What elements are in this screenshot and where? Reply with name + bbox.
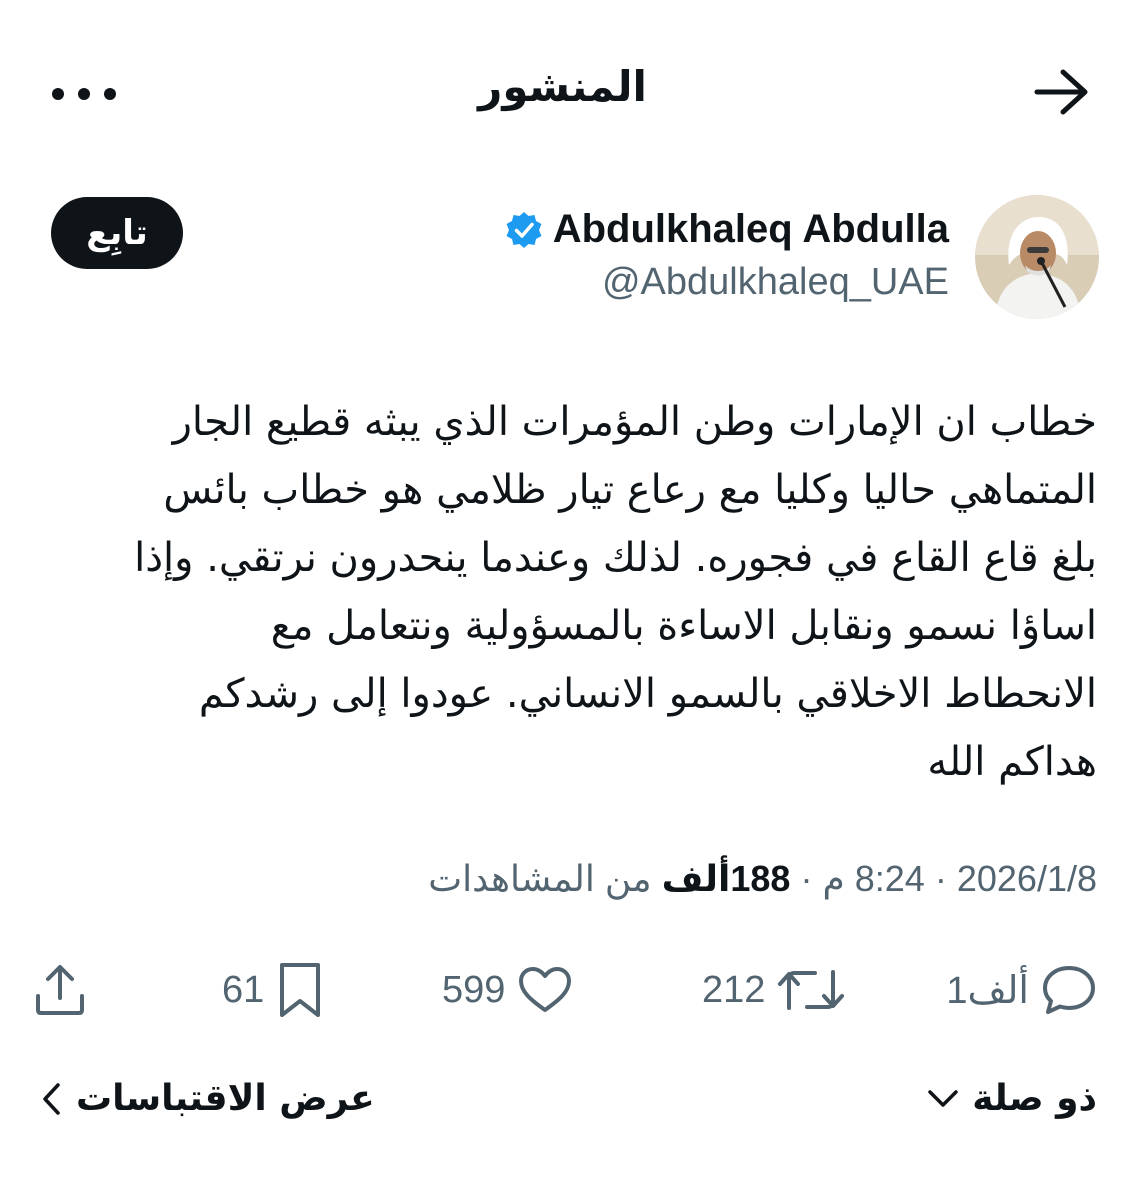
- like-count: 599: [442, 968, 506, 1011]
- share-button[interactable]: [32, 950, 88, 1030]
- post-text-line: خطاب ان الإمارات وطن المؤمرات الذي يبثه …: [172, 399, 1097, 445]
- reply-icon: [1043, 966, 1095, 1014]
- action-bar: 1ألف 212 599 61: [0, 950, 1125, 1030]
- related-label: ذو صلة: [972, 1078, 1097, 1119]
- repost-icon: [778, 970, 845, 1010]
- bookmark-icon: [280, 963, 321, 1017]
- view-quotes-link[interactable]: عرض الاقتباسات: [40, 1078, 375, 1119]
- post-text-line: المتماهي حاليا وكليا مع رعاع تيار ظلامي …: [163, 467, 1097, 513]
- post-time[interactable]: 8:24 م: [822, 858, 924, 899]
- view-quotes-label: عرض الاقتباسات: [76, 1078, 375, 1119]
- views-count: 188ألف: [661, 858, 791, 899]
- reply-button[interactable]: 1ألف: [946, 950, 1097, 1030]
- verified-badge-icon: [506, 211, 542, 248]
- chevron-down-icon: [928, 1089, 959, 1107]
- meta-separator: ·: [934, 858, 947, 899]
- post-date[interactable]: 2026/1/8: [957, 858, 1097, 899]
- post-text: خطاب ان الإمارات وطن المؤمرات الذي يبثه …: [27, 388, 1097, 796]
- repost-button[interactable]: 212: [702, 950, 845, 1030]
- meta-separator: ·: [800, 858, 813, 899]
- reply-count: 1ألف: [946, 969, 1029, 1012]
- author-row: Abdulkhaleq Abdulla @Abdulkhaleq_UAE تاب…: [0, 195, 1125, 325]
- author-handle[interactable]: @Abdulkhaleq_UAE: [602, 261, 949, 304]
- author-name-row: Abdulkhaleq Abdulla: [505, 207, 949, 252]
- post-text-line: الانحطاط الاخلاقي بالسمو الانساني. عودوا…: [198, 671, 1097, 717]
- page-title: المنشور: [478, 62, 647, 111]
- chevron-left-icon: [43, 1082, 60, 1115]
- avatar[interactable]: [975, 195, 1099, 319]
- post-text-line: هداكم الله: [927, 739, 1097, 785]
- back-arrow-icon[interactable]: [1031, 66, 1091, 118]
- post-text-line: بلغ قاع القاع في فجوره. لذلك وعندما ينحد…: [134, 535, 1097, 581]
- top-bar: المنشور: [0, 40, 1125, 140]
- author-name[interactable]: Abdulkhaleq Abdulla: [553, 207, 949, 252]
- views-label: من المشاهدات: [428, 858, 652, 899]
- post-text-line: اساؤا نسمو ونقابل الاساءة بالمسؤولية ونت…: [270, 603, 1097, 649]
- post-footer: عرض الاقتباسات ذو صلة: [0, 1070, 1125, 1140]
- repost-count: 212: [702, 968, 766, 1011]
- related-toggle[interactable]: ذو صلة: [926, 1078, 1097, 1119]
- share-icon: [36, 965, 84, 1015]
- bookmark-count: 61: [222, 968, 265, 1011]
- like-button[interactable]: 599: [442, 950, 573, 1030]
- heart-icon: [519, 967, 572, 1012]
- bookmark-button[interactable]: 61: [222, 950, 324, 1030]
- post-meta: 2026/1/8 · 8:24 م · 188ألف من المشاهدات: [428, 858, 1097, 900]
- follow-button[interactable]: تابِع: [51, 197, 183, 269]
